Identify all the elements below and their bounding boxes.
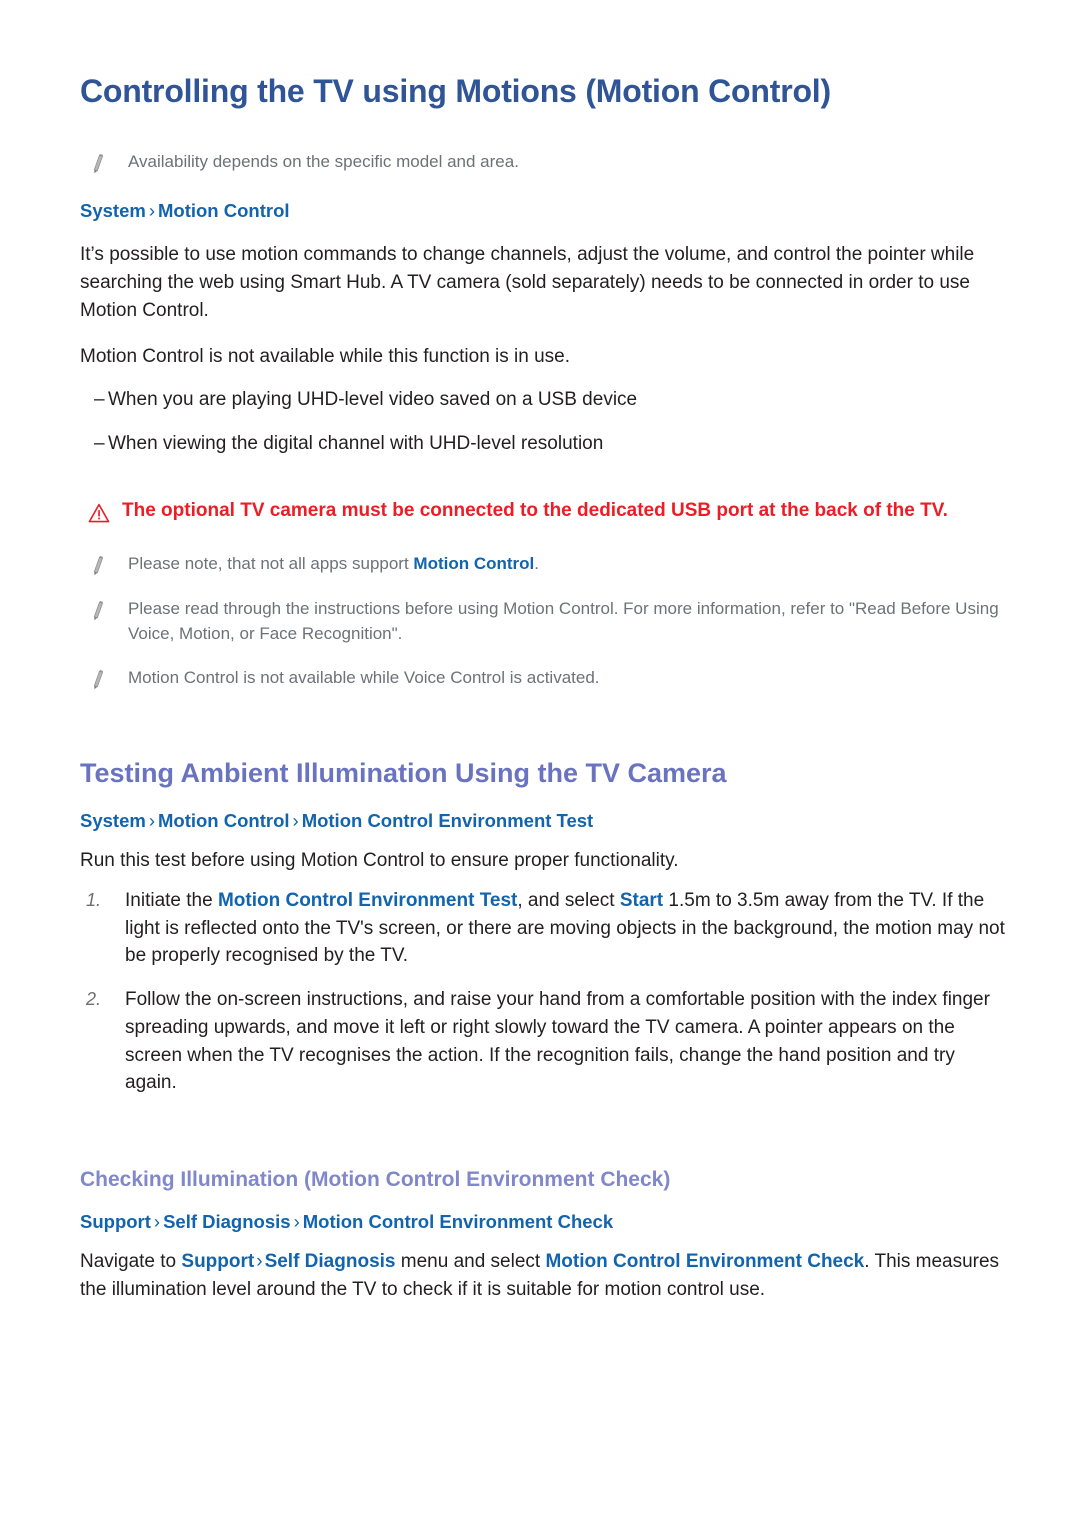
warning-triangle-icon <box>88 503 110 523</box>
step-number: 1. <box>86 889 102 910</box>
page-title: Controlling the TV using Motions (Motion… <box>80 73 831 109</box>
list-item-label: When you are playing UHD-level video sav… <box>108 389 638 411</box>
intro-paragraph: It’s possible to use motion commands to … <box>80 244 975 321</box>
breadcrumb-item[interactable]: System <box>80 200 146 221</box>
breadcrumb-item[interactable]: Motion Control Environment Test <box>302 810 594 831</box>
inline-link-motion-control[interactable]: Motion Control <box>413 554 534 573</box>
breadcrumb-item[interactable]: Support <box>80 1211 151 1232</box>
step-text: Follow the on-screen instructions, and r… <box>125 989 990 1094</box>
list-item: – When you are playing UHD-level video s… <box>80 386 1020 414</box>
step-item: 1. Initiate the Motion Control Environme… <box>80 887 1020 970</box>
paragraph-text: Navigate to <box>80 1251 182 1273</box>
note-apps-support: Please note, that not all apps support M… <box>80 552 1020 577</box>
step-text: Initiate the Motion Control Environment … <box>125 887 1005 970</box>
section-heading-testing-ambient-illumination: Testing Ambient Illumination Using the T… <box>80 757 727 788</box>
note-text: Motion Control is not available while Vo… <box>128 667 600 687</box>
inline-link-environment-check[interactable]: Motion Control Environment Check <box>545 1251 864 1272</box>
caution-text: The optional TV camera must be connected… <box>122 499 948 521</box>
list-item-label: When viewing the digital channel with UH… <box>108 433 604 455</box>
dash-marker: – <box>94 433 105 455</box>
inline-separator-icon: › <box>256 1251 263 1273</box>
note-text: Availability depends on the specific mod… <box>128 152 519 172</box>
note-availability: Availability depends on the specific mod… <box>80 150 1020 175</box>
note-text: Please read through the instructions bef… <box>128 599 999 643</box>
note-read-instructions: Please read through the instructions bef… <box>80 597 1020 645</box>
pencil-icon <box>88 669 110 691</box>
step-text-pre: Initiate the <box>125 889 218 911</box>
breadcrumb-separator-icon: › <box>148 810 155 832</box>
inline-link-self-diagnosis[interactable]: Self Diagnosis <box>265 1251 396 1272</box>
breadcrumb-item[interactable]: Motion Control <box>158 810 290 831</box>
note-text: Please note, that not all apps support M… <box>128 552 539 576</box>
inline-link-start[interactable]: Start <box>620 890 663 911</box>
breadcrumb-item[interactable]: Self Diagnosis <box>163 1211 290 1232</box>
paragraph-text: menu and select <box>395 1251 546 1273</box>
list-item: – When viewing the digital channel with … <box>80 430 1020 458</box>
section2-intro-paragraph: Run this test before using Motion Contro… <box>80 850 679 872</box>
section3-paragraph: Navigate to Support › Self Diagnosis menu … <box>80 1248 1010 1303</box>
pencil-icon <box>88 153 110 175</box>
breadcrumb-separator-icon: › <box>148 200 155 222</box>
pencil-icon <box>88 555 110 577</box>
pencil-icon <box>88 600 110 622</box>
inline-link-support[interactable]: Support <box>181 1251 254 1272</box>
breadcrumb-item[interactable]: Motion Control Environment Check <box>303 1211 613 1232</box>
breadcrumb-item[interactable]: System <box>80 810 146 831</box>
breadcrumb-motion-control-environment-check[interactable]: Support › Self Diagnosis › Motion Control En… <box>80 1210 1020 1234</box>
step-number: 2. <box>86 989 102 1010</box>
note-text-pre: Please note, that not all apps support <box>128 554 414 574</box>
breadcrumb-separator-icon: › <box>293 1211 300 1233</box>
unavailable-paragraph: Motion Control is not available while th… <box>80 345 571 367</box>
note-voice-control: Motion Control is not available while Vo… <box>80 666 1020 691</box>
step-item: 2. Follow the on-screen instructions, an… <box>80 986 1020 1097</box>
caution-callout: The optional TV camera must be connected… <box>80 498 1020 525</box>
breadcrumb-system-motion-control[interactable]: System › Motion Control <box>80 199 1020 223</box>
inline-link-environment-test[interactable]: Motion Control Environment Test <box>218 890 517 911</box>
step-text-mid: , and select <box>517 889 620 911</box>
breadcrumb-separator-icon: › <box>292 810 299 832</box>
breadcrumb-separator-icon: › <box>153 1211 161 1233</box>
breadcrumb-motion-control-environment-test[interactable]: System › Motion Control › Motion Control Env… <box>80 809 1020 833</box>
section-heading-checking-illumination: Checking Illumination (Motion Control En… <box>80 1168 671 1191</box>
dash-marker: – <box>94 389 105 411</box>
note-text-post: . <box>534 554 540 574</box>
breadcrumb-item[interactable]: Motion Control <box>158 200 290 221</box>
document-page: Controlling the TV using Motions (Motion… <box>0 0 1080 1527</box>
